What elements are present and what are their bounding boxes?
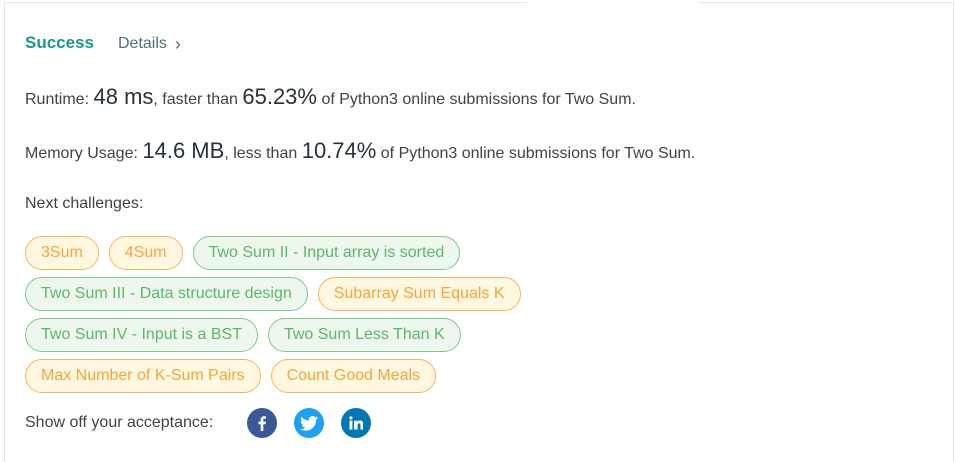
memory-comparison: , less than — [224, 145, 298, 162]
challenge-tag-count-good-meals[interactable]: Count Good Meals — [270, 359, 437, 393]
memory-suffix: of Python3 online submissions for Two Su… — [380, 145, 696, 162]
challenge-tag-3sum[interactable]: 3Sum — [25, 236, 99, 270]
memory-value: 14.6 MB — [142, 138, 225, 163]
challenge-tag-subarray-sum-equals-k[interactable]: Subarray Sum Equals K — [317, 277, 521, 311]
memory-label: Memory Usage: — [25, 145, 138, 162]
challenge-row: Max Number of K-Sum Pairs Count Good Mea… — [25, 359, 625, 393]
tab-gap — [527, 0, 698, 4]
challenge-tag-two-sum-iv[interactable]: Two Sum IV - Input is a BST — [25, 318, 258, 352]
memory-percent: 10.74% — [301, 138, 377, 163]
share-section: Show off your acceptance: — [25, 408, 388, 438]
challenge-row: 3Sum 4Sum Two Sum II - Input array is so… — [25, 236, 625, 270]
runtime-comparison: , faster than — [153, 91, 238, 108]
details-label: Details — [118, 35, 167, 52]
challenge-tag-max-number-of-k-sum-pairs[interactable]: Max Number of K-Sum Pairs — [25, 359, 261, 393]
runtime-label: Runtime: — [25, 91, 90, 108]
status-label: Success — [25, 33, 94, 52]
challenge-tag-two-sum-less-than-k[interactable]: Two Sum Less Than K — [267, 318, 461, 352]
facebook-icon[interactable] — [247, 408, 278, 438]
details-link[interactable]: Details › — [118, 35, 181, 53]
runtime-percent: 65.23% — [242, 84, 317, 109]
runtime-value: 48 ms — [93, 84, 154, 109]
challenge-tag-4sum[interactable]: 4Sum — [108, 236, 183, 270]
share-label: Show off your acceptance: — [25, 414, 214, 431]
memory-line: Memory Usage: 14.6 MB, less than 10.74% … — [25, 138, 695, 164]
next-challenges-label: Next challenges: — [25, 195, 144, 212]
challenge-row: Two Sum III - Data structure design Suba… — [25, 277, 625, 311]
challenge-tag-two-sum-ii[interactable]: Two Sum II - Input array is sorted — [192, 236, 461, 270]
chevron-right-icon: › — [174, 34, 181, 54]
challenge-row: Two Sum IV - Input is a BST Two Sum Less… — [25, 318, 625, 352]
runtime-line: Runtime: 48 ms, faster than 65.23% of Py… — [25, 84, 636, 110]
result-header: Success Details › — [25, 33, 181, 53]
linkedin-icon[interactable] — [341, 408, 372, 438]
twitter-icon[interactable] — [294, 408, 325, 438]
challenge-tag-two-sum-iii[interactable]: Two Sum III - Data structure design — [25, 277, 308, 311]
runtime-suffix: of Python3 online submissions for Two Su… — [321, 91, 636, 108]
next-challenges-list: 3Sum 4Sum Two Sum II - Input array is so… — [25, 236, 625, 400]
